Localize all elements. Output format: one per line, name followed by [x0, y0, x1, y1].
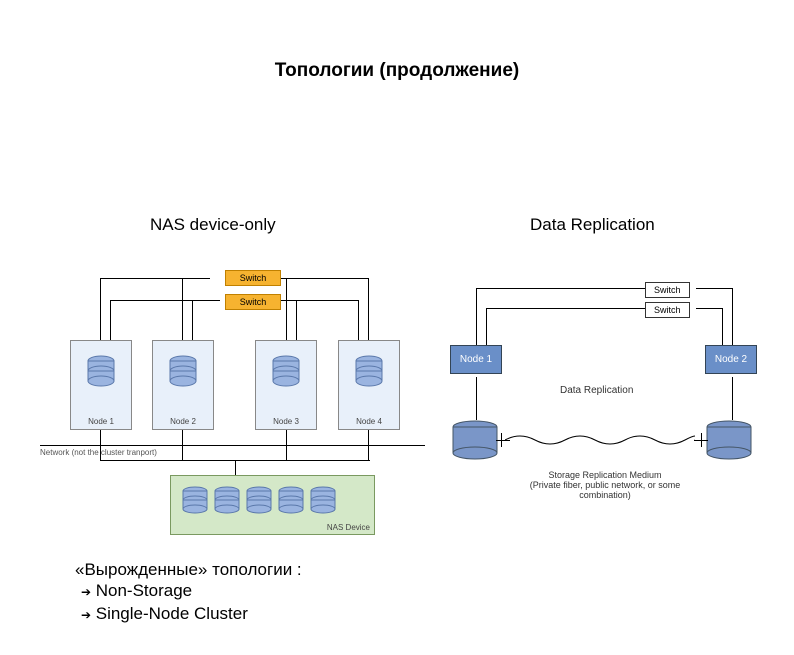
data-replication-diagram: Switch Switch Node 1 Node 2 Data Replica…	[450, 270, 760, 500]
switch-box: Switch	[225, 294, 281, 310]
disk-icon	[354, 355, 384, 387]
node-label: Node 4	[339, 417, 399, 426]
data-replication-label: Data Replication	[560, 385, 633, 396]
nas-label: NAS Device	[327, 523, 370, 532]
degenerate-heading: «Вырожденные» топологии :	[75, 560, 302, 580]
nas-device-box: NAS Device	[170, 475, 375, 535]
disk-icon	[213, 486, 241, 521]
node-label: Node 1	[71, 417, 131, 426]
medium-label: Storage Replication Medium(Private fiber…	[505, 470, 705, 500]
switch-box: Switch	[645, 302, 690, 318]
network-line	[40, 445, 425, 446]
disk-icon	[277, 486, 305, 521]
node-3: Node 3	[255, 340, 317, 430]
arrow-icon: ➔	[81, 607, 91, 623]
disk-icon	[704, 420, 754, 467]
list-item: ➔ Single-Node Cluster	[81, 603, 302, 626]
subtitle-left: NAS device-only	[150, 215, 276, 235]
disk-icon	[245, 486, 273, 521]
switch-box: Switch	[225, 270, 281, 286]
disk-icon	[450, 420, 500, 467]
network-label: Network (not the cluster tranport)	[40, 448, 157, 457]
node-label: Node 3	[256, 417, 316, 426]
disk-icon	[168, 355, 198, 387]
node-2: Node 2	[152, 340, 214, 430]
disk-icon	[271, 355, 301, 387]
node-4: Node 4	[338, 340, 400, 430]
disk-icon	[86, 355, 116, 387]
node-label: Node 2	[153, 417, 213, 426]
arrow-icon: ➔	[81, 584, 91, 600]
wave-line-icon	[505, 435, 695, 445]
disk-icon	[181, 486, 209, 521]
degenerate-topologies: «Вырожденные» топологии : ➔ Non-Storage …	[75, 560, 302, 626]
nas-topology-diagram: Switch Switch Node 1 Node 2 Node 3 Node …	[70, 270, 420, 545]
switch-box: Switch	[645, 282, 690, 298]
list-item: ➔ Non-Storage	[81, 580, 302, 603]
node-1: Node 1	[70, 340, 132, 430]
subtitle-right: Data Replication	[530, 215, 655, 235]
disk-icon	[309, 486, 337, 521]
node-2: Node 2	[705, 345, 757, 374]
node-1: Node 1	[450, 345, 502, 374]
page-title: Топологии (продолжение)	[0, 60, 794, 82]
